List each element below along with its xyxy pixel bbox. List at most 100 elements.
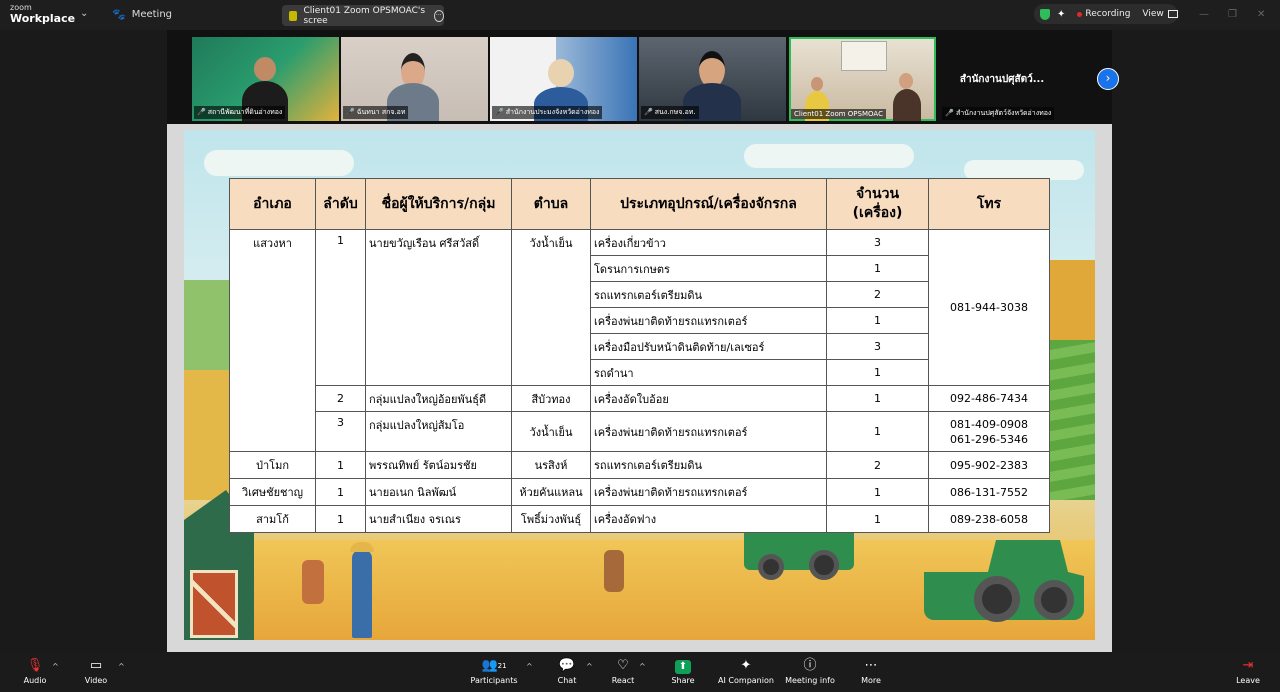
share-label: Share [671,676,695,685]
phone-cell: 089-238-6058 [928,505,1050,533]
left-green-field [184,280,229,370]
quantity-cell: 1 [826,359,929,386]
farmer [352,550,372,638]
participant-name: 🎤 สำนักงานประมงจังหวัดอ่างทอง [492,106,603,119]
phone-cell: 081-409-0908 061-296-5346 [928,411,1050,452]
table-row: 2 กลุ่มแปลงใหญ่อ้อยพันธุ์ดี สีบัวทอง เคร… [230,385,1050,412]
cloud [744,144,914,168]
provider-cell: กลุ่มแปลงใหญ่อ้อยพันธุ์ดี [365,385,512,412]
tractor-wheel [974,576,1020,622]
view-label[interactable]: View [1142,9,1163,19]
equipment-cell: รถแทรกเตอร์เตรียมดิน [590,451,827,479]
video-options-chevron-icon[interactable]: ^ [118,662,125,671]
meeting-tab[interactable]: 🐾 Meeting [112,8,172,21]
phone-cell: 092-486-7434 [928,385,1050,412]
farmer-hat [350,542,374,552]
react-options-chevron-icon[interactable]: ^ [639,662,646,671]
participant-name: 🎤 สนง.กษจ.อท. [641,106,699,119]
district-cell: สามโก้ [229,505,316,533]
quantity-cell: 2 [826,451,929,479]
share-button[interactable]: ⬆ Share [648,654,718,692]
quantity-cell: 2 [826,281,929,308]
share-screen-icon: ⬆ [648,654,718,676]
zoom-workplace-logo[interactable]: zoom Workplace [10,3,75,24]
participant-tile[interactable]: 🎤 สถานีพัฒนาที่ดินอ่างทอง [192,37,339,121]
shared-screen: อำเภอ ลำดับ ชื่อผู้ให้บริการ/กลุ่ม ตำบล … [167,124,1112,652]
tractor-wheel [1034,580,1074,620]
order-cell: 1 [315,505,366,533]
muted-mic-icon: 🎤 [197,108,206,116]
quantity-cell: 1 [826,255,929,282]
video-button[interactable]: ▭ Video [61,654,131,692]
phone-cell: 081-944-3038 [928,229,1050,386]
order-cell: 1 [315,229,366,386]
participants-icon: 👥21 [481,658,507,673]
audio-label: Audio [23,676,47,685]
leave-button[interactable]: ⇥ Leave [1213,654,1280,692]
shared-screen-tab[interactable]: Client01 Zoom OPSMOAC's scree ··· [282,5,445,26]
phone-cell: 095-902-2383 [928,451,1050,479]
more-dots-icon: ⋯ [864,658,878,673]
participant-tile[interactable]: 🎤 ฉันทนา สกจ.อท [341,37,488,121]
participant-tile[interactable]: 🎤 สนง.กษจ.อท. [639,37,786,121]
scarecrow-left [302,560,324,604]
barn-door [190,570,238,638]
participants-count: 21 [497,662,507,670]
header-provider: ชื่อผู้ให้บริการ/กลุ่ม [365,178,512,230]
provider-cell: กลุ่มแปลงใหญ่ส้มโอ [365,411,512,452]
district-cell: ป่าโมก [229,451,316,479]
quantity-cell: 1 [826,478,929,506]
encryption-shield-icon[interactable] [1040,8,1050,20]
ai-companion-button[interactable]: ✦ AI Companion [711,654,781,692]
subdistrict-cell: ห้วยคันแหลน [511,478,591,506]
equipment-table: อำเภอ ลำดับ ชื่อผู้ให้บริการ/กลุ่ม ตำบล … [229,178,1050,533]
equipment-cell: เครื่องพ่นยาติดท้ายรถแทรกเตอร์ [590,307,827,334]
muted-mic-icon: 🎙 [26,658,44,673]
table-row: แสวงหา 1 นายขวัญเรือน ศรีสวัสดิ์ วังน้ำเ… [229,229,1050,452]
meeting-controls: 🎙 Audio ^ ▭ Video ^ 👥21 Participants ^ 💬… [0,654,1280,692]
participant-name: 🎤 สถานีพัฒนาที่ดินอ่างทอง [194,106,286,119]
participant-video [548,59,574,87]
muted-mic-icon: 🎤 [495,108,504,116]
info-icon: ⓘ [803,658,817,673]
status-pill: ✦ Recording View [1034,4,1178,24]
more-label: More [861,676,881,685]
minimize-icon[interactable]: — [1199,9,1209,20]
phone-line1: 081-409-0908 [950,417,1028,431]
view-grid-icon[interactable] [1167,10,1178,18]
recording-label[interactable]: Recording [1085,9,1130,19]
equipment-cell: เครื่องมือปรับหน้าดินติดท้าย/เลเซอร์ [590,333,827,360]
equipment-cell: เครื่องพ่นยาติดท้ายรถแทรกเตอร์ [590,478,827,506]
participants-button[interactable]: 👥21 Participants [459,654,529,692]
header-quantity-line2: (เครื่อง) [852,205,903,221]
ai-sparkle-icon[interactable]: ✦ [1057,9,1065,20]
quantity-cell: 1 [826,411,929,452]
participant-body [893,89,921,121]
order-cell: 1 [315,478,366,506]
subdistrict-cell: วังน้ำเย็น [511,411,591,452]
meeting-info-button[interactable]: ⓘ Meeting info [775,654,845,692]
audio-options-chevron-icon[interactable]: ^ [52,662,59,671]
more-options-icon[interactable]: ··· [433,9,445,22]
chevron-down-icon[interactable]: ⌄ [80,8,88,19]
restore-icon[interactable]: ❐ [1228,9,1237,20]
more-button[interactable]: ⋯ More [836,654,906,692]
scarecrow-right [604,550,624,592]
equipment-cell: รถดำนา [590,359,827,386]
table-row: 3 กลุ่มแปลงใหญ่ส้มโอ วังน้ำเย็น เครื่องพ… [230,411,1050,452]
quantity-cell: 3 [826,333,929,360]
close-icon[interactable]: ✕ [1257,9,1265,20]
equipment-cell: เครื่องอัดใบอ้อย [590,385,827,412]
subdistrict-cell: นรสิงห์ [511,451,591,479]
participant-name-tile-label: สำนักงานปศุสัตว์... [959,73,1045,85]
participant-tile-active-speaker[interactable]: Client01 Zoom OPSMOAC [789,37,936,121]
provider-cell: นายสำเนียง จรเณร [365,505,512,533]
participant-video [899,73,913,89]
table-row: วิเศษชัยชาญ 1 นายอเนก นิลพัฒน์ ห้วยคันแห… [229,478,1050,506]
tractor-wheel [758,554,784,580]
next-page-button[interactable]: › [1097,68,1119,90]
participant-tile[interactable]: 🎤 สำนักงานประมงจังหวัดอ่างทอง [490,37,637,121]
district-cell: วิเศษชัยชาญ [229,478,316,506]
chevron-right-icon: › [1105,71,1111,85]
audio-button[interactable]: 🎙 Audio [0,654,70,692]
